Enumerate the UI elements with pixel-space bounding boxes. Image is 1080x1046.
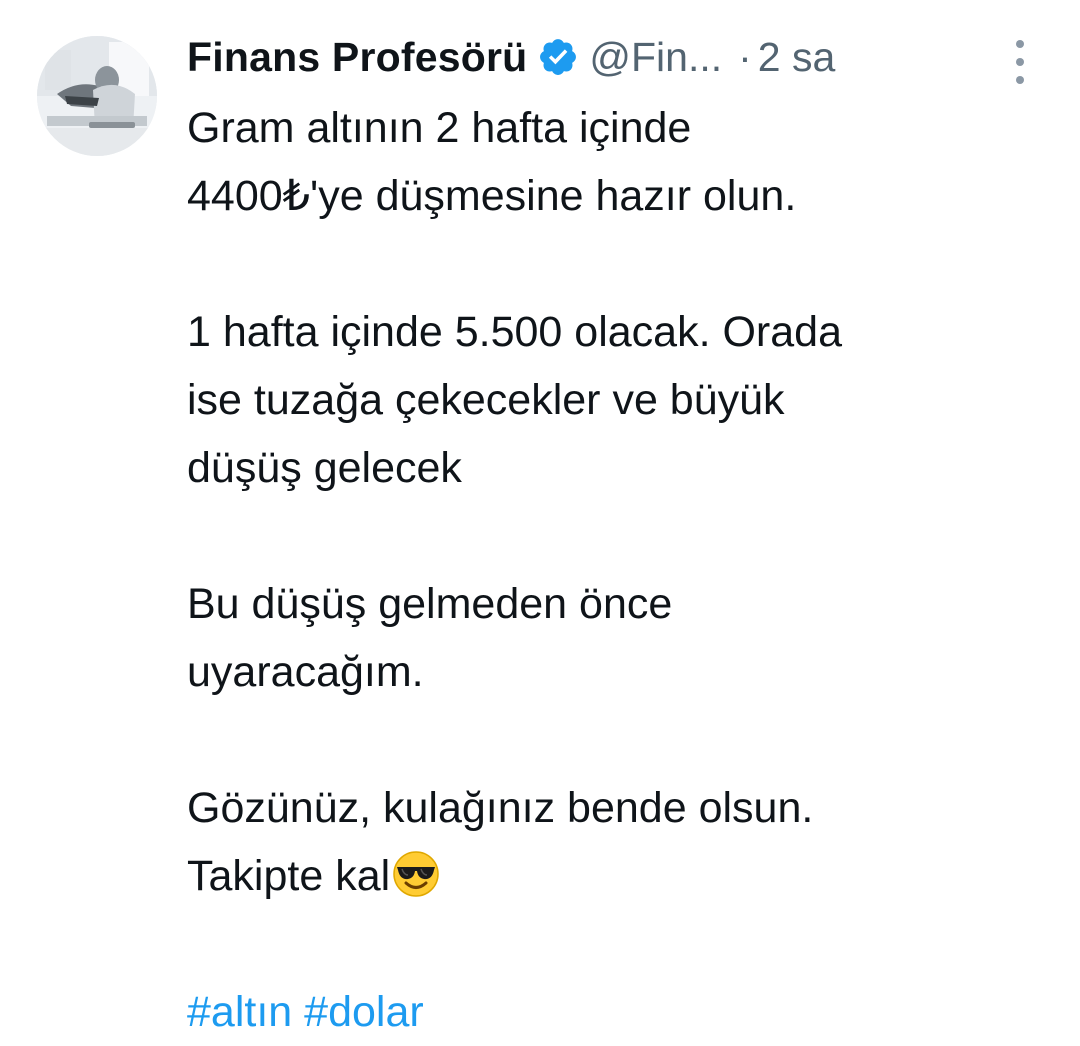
hashtag-link-altin[interactable]: #altın: [187, 988, 292, 1036]
tweet-text: Gram altının 2 hafta içinde 4400₺'ye düş…: [187, 94, 1047, 910]
smiling-face-with-sunglasses-icon: [392, 850, 440, 898]
tweet-line: Bu düşüş gelmeden önce: [187, 580, 673, 628]
tweet-line: 4400₺'ye düşmesine hazır olun.: [187, 172, 797, 220]
tweet-paragraph: Gözünüz, kulağınız bende olsun. Takipte …: [187, 774, 1047, 910]
avatar[interactable]: [37, 36, 157, 156]
hashtag-link-dolar[interactable]: #dolar: [304, 988, 424, 1036]
tweet-paragraph: Bu düşüş gelmeden önce uyaracağım.: [187, 570, 1047, 706]
display-name[interactable]: Finans Profesörü: [187, 34, 527, 81]
tweet-paragraph: Gram altının 2 hafta içinde 4400₺'ye düş…: [187, 94, 1047, 230]
tweet-header: Finans Profesörü @Fin... · 2 sa: [187, 26, 1047, 88]
more-dot: [1016, 76, 1024, 84]
tweet-line-with-emoji: Takipte kal: [187, 842, 1047, 910]
more-dot: [1016, 58, 1024, 66]
author-handle[interactable]: @Fin...: [589, 34, 722, 81]
tweet-line: uyaracağım.: [187, 648, 424, 696]
tweet-line: 1 hafta içinde 5.500 olacak. Orada: [187, 308, 842, 356]
avatar-photo: [37, 36, 157, 156]
tweet-line: Gözünüz, kulağınız bende olsun.: [187, 784, 814, 832]
tweet-paragraph: 1 hafta içinde 5.500 olacak. Orada ise t…: [187, 298, 1047, 502]
more-dot: [1016, 40, 1024, 48]
separator-dot: ·: [738, 33, 752, 80]
tweet-body: Finans Profesörü @Fin... · 2 sa Gram alt…: [187, 26, 1047, 1046]
timestamp[interactable]: 2 sa: [758, 34, 836, 81]
tweet[interactable]: Finans Profesörü @Fin... · 2 sa Gram alt…: [0, 0, 1080, 1043]
hashtag-list: #altın #dolar: [187, 978, 1047, 1046]
tweet-line: düşüş gelecek: [187, 444, 462, 492]
tweet-line: ise tuzağa çekecekler ve büyük: [187, 376, 785, 424]
more-vertical-icon[interactable]: [1008, 40, 1032, 84]
verified-badge-icon: [537, 36, 579, 78]
tweet-line: Takipte kal: [187, 852, 391, 900]
tweet-line: Gram altının 2 hafta içinde: [187, 104, 692, 152]
